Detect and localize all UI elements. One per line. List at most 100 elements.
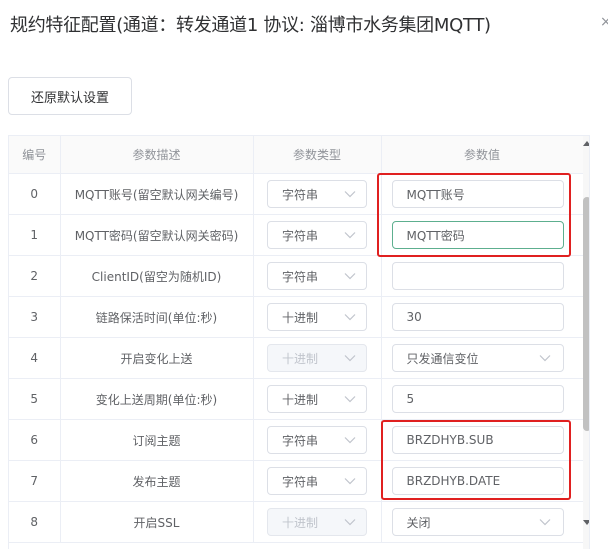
param-type-select[interactable]: 字符串: [267, 426, 367, 454]
row-number: 2: [9, 255, 61, 297]
param-type-text: 十进制: [282, 515, 319, 530]
row-number: 1: [9, 214, 61, 256]
chevron-down-icon: [539, 519, 550, 526]
chevron-down-icon: [539, 355, 550, 362]
param-type-cell: 十进制: [253, 378, 382, 420]
param-type-text: 字符串: [282, 474, 319, 489]
param-value-input[interactable]: 5: [391, 385, 564, 413]
param-description: 开启SSL: [60, 501, 254, 543]
param-value-cell: BRZDHYB.DATE: [381, 460, 584, 502]
param-description: 开启变化上送: [60, 337, 254, 379]
param-value-cell: BRZDHYB.SUB: [381, 419, 584, 461]
param-type-select[interactable]: 字符串: [267, 262, 367, 290]
vertical-scrollbar[interactable]: [583, 136, 590, 549]
scrollbar-thumb[interactable]: [583, 197, 589, 431]
param-type-cell: 字符串: [253, 255, 382, 297]
restore-defaults-button[interactable]: 还原默认设置: [8, 77, 132, 115]
scroll-up-arrow-icon[interactable]: [583, 140, 590, 146]
param-type-select[interactable]: 字符串: [267, 180, 367, 208]
param-value-text: MQTT账号: [406, 187, 465, 202]
param-description: MQTT账号(留空默认网关编号): [60, 173, 254, 215]
param-value-input[interactable]: 30: [391, 303, 564, 331]
param-description: ClientID(留空为随机ID): [60, 255, 254, 297]
param-value-input[interactable]: BRZDHYB.SUB: [391, 426, 564, 454]
param-value-text: BRZDHYB.SUB: [406, 433, 494, 447]
scroll-down-arrow-icon[interactable]: [583, 520, 590, 526]
param-type-cell: 字符串: [253, 419, 382, 461]
table-row: 5 变化上送周期(单位:秒) 十进制 5: [9, 378, 584, 420]
table-header-row: 编号 参数描述 参数类型 参数值: [9, 136, 584, 174]
param-value-text: 30: [406, 310, 422, 324]
table-row: 8 开启SSL 十进制 关闭: [9, 501, 584, 543]
row-number: 7: [9, 460, 61, 502]
table-row: 2 ClientID(留空为随机ID) 字符串: [9, 255, 584, 297]
chevron-down-icon: [344, 396, 356, 403]
param-type-text: 十进制: [282, 351, 319, 366]
param-value-input[interactable]: [391, 262, 564, 290]
param-type-select[interactable]: 字符串: [267, 221, 367, 249]
param-type-cell: 字符串: [253, 214, 382, 256]
param-description: 变化上送周期(单位:秒): [60, 378, 254, 420]
header-desc: 参数描述: [60, 136, 254, 174]
table-row: 4 开启变化上送 十进制 只发通信变位: [9, 337, 584, 379]
chevron-down-icon: [344, 478, 356, 485]
param-value-text: MQTT密码: [406, 228, 465, 243]
table-row: 1 MQTT密码(留空默认网关密码) 字符串 MQTT密码: [9, 214, 584, 256]
param-description: MQTT密码(留空默认网关密码): [60, 214, 254, 256]
header-no: 编号: [9, 136, 61, 174]
param-value-cell: MQTT账号: [381, 173, 584, 215]
row-number: 6: [9, 419, 61, 461]
chevron-down-icon: [344, 232, 356, 239]
chevron-down-icon: [344, 273, 356, 280]
param-value-select[interactable]: 关闭: [391, 508, 564, 536]
header-type: 参数类型: [253, 136, 382, 174]
param-value-text: BRZDHYB.DATE: [406, 474, 501, 488]
param-type-select[interactable]: 十进制: [267, 385, 367, 413]
param-value-select[interactable]: 只发通信变位: [391, 344, 564, 372]
param-description: 发布主题: [60, 460, 254, 502]
param-type-select: 十进制: [267, 508, 367, 536]
param-type-select[interactable]: 十进制: [267, 303, 367, 331]
param-description: 订阅主题: [60, 419, 254, 461]
param-type-text: 十进制: [282, 310, 319, 325]
row-number: 3: [9, 296, 61, 338]
param-type-cell: 十进制: [253, 501, 382, 543]
table-row: 0 MQTT账号(留空默认网关编号) 字符串 MQTT账号: [9, 173, 584, 215]
params-table: 编号 参数描述 参数类型 参数值 0 MQTT账号(留空默认网关编号) 字符串 MQT…: [9, 136, 584, 543]
param-type-cell: 字符串: [253, 460, 382, 502]
param-type-text: 字符串: [282, 269, 319, 284]
param-value-text: 只发通信变位: [406, 351, 479, 366]
row-number: 4: [9, 337, 61, 379]
chevron-down-icon: [344, 191, 356, 198]
param-type-text: 字符串: [282, 187, 319, 202]
chevron-down-icon: [344, 355, 356, 362]
param-value-cell: 30: [381, 296, 584, 338]
table-row: 3 链路保活时间(单位:秒) 十进制 30: [9, 296, 584, 338]
row-number: 0: [9, 173, 61, 215]
param-value-cell: MQTT密码: [381, 214, 584, 256]
param-value-input[interactable]: MQTT账号: [391, 180, 564, 208]
param-description: 链路保活时间(单位:秒): [60, 296, 254, 338]
param-value-cell: 5: [381, 378, 584, 420]
param-type-cell: 十进制: [253, 296, 382, 338]
param-type-cell: 十进制: [253, 337, 382, 379]
param-type-text: 字符串: [282, 228, 319, 243]
param-value-cell: 关闭: [381, 501, 584, 543]
table-row: 6 订阅主题 字符串 BRZDHYB.SUB: [9, 419, 584, 461]
param-type-select[interactable]: 字符串: [267, 467, 367, 495]
params-table-container[interactable]: 编号 参数描述 参数类型 参数值 0 MQTT账号(留空默认网关编号) 字符串 MQT…: [8, 135, 590, 549]
chevron-down-icon: [344, 519, 356, 526]
param-type-cell: 字符串: [253, 173, 382, 215]
param-type-text: 字符串: [282, 433, 319, 448]
row-number: 8: [9, 501, 61, 543]
param-value-input[interactable]: MQTT密码: [391, 221, 564, 249]
param-type-select: 十进制: [267, 344, 367, 372]
dialog-title: 规约特征配置(通道：转发通道1 协议: 淄博市水务集团MQTT): [10, 15, 491, 36]
param-value-cell: 只发通信变位: [381, 337, 584, 379]
param-value-input[interactable]: BRZDHYB.DATE: [391, 467, 564, 495]
row-number: 5: [9, 378, 61, 420]
chevron-down-icon: [344, 314, 356, 321]
param-value-text: 关闭: [406, 515, 431, 530]
param-value-text: 5: [406, 392, 415, 406]
close-icon[interactable]: ×: [600, 14, 608, 30]
